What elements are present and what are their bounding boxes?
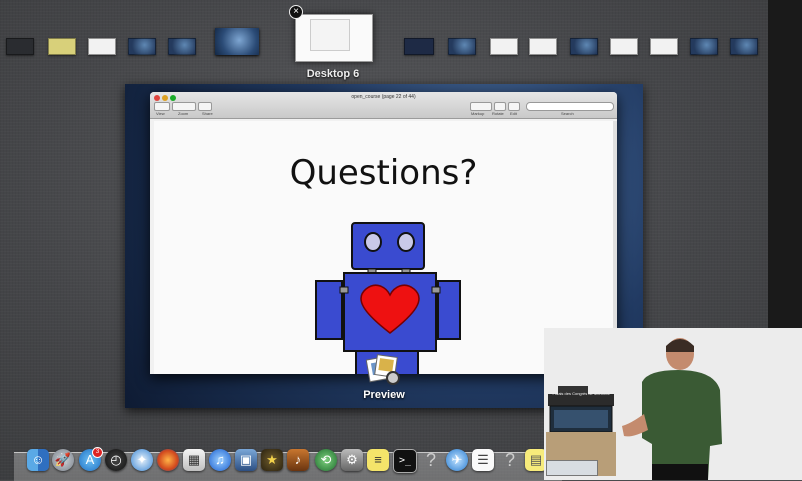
screen-edge bbox=[768, 0, 802, 330]
firefox-icon[interactable] bbox=[157, 449, 179, 471]
window-title: open_course (page 22 of 44) bbox=[351, 94, 416, 100]
spaces-bar: × Desktop 6 bbox=[0, 0, 770, 90]
desktop-thumbnail[interactable] bbox=[88, 38, 116, 55]
launchpad-icon[interactable]: 🚀 bbox=[52, 449, 74, 471]
desktop-thumbnail[interactable] bbox=[404, 38, 434, 55]
rotate-label: Rotate bbox=[492, 111, 504, 116]
share-button[interactable] bbox=[198, 102, 212, 111]
desktop-thumbnail[interactable] bbox=[128, 38, 156, 55]
system-preferences-icon[interactable]: ⚙ bbox=[341, 449, 363, 471]
desktop-thumbnail[interactable] bbox=[650, 38, 678, 55]
desktop-thumbnail[interactable] bbox=[448, 38, 476, 55]
stickies-icon[interactable]: ≡ bbox=[367, 449, 389, 471]
desktop-thumbnail[interactable] bbox=[490, 38, 518, 55]
share-label: Share bbox=[202, 111, 213, 116]
slide-title: Questions? bbox=[289, 153, 478, 193]
current-desktop-label: Desktop 6 bbox=[306, 68, 360, 80]
imovie-icon[interactable]: ★ bbox=[261, 449, 283, 471]
unknown-app-icon[interactable]: ? bbox=[499, 449, 521, 471]
finder-icon[interactable]: ☺ bbox=[27, 449, 49, 471]
edit-label: Edit bbox=[510, 111, 517, 116]
desktop-thumbnail[interactable] bbox=[48, 38, 76, 55]
zoom-buttons[interactable] bbox=[172, 102, 196, 111]
podium-sign: Palais des Congrès de Montréal bbox=[552, 391, 610, 396]
zoom-label: Zoom bbox=[178, 111, 189, 116]
preview-icon[interactable]: ▦ bbox=[183, 449, 205, 471]
desktop-thumbnail[interactable] bbox=[690, 38, 718, 55]
laptop bbox=[546, 460, 598, 476]
preview-app-icon[interactable] bbox=[366, 354, 402, 388]
desktop-thumbnail[interactable] bbox=[570, 38, 598, 55]
current-desktop-thumbnail[interactable] bbox=[295, 14, 373, 62]
desktop-thumbnail[interactable] bbox=[6, 38, 34, 55]
textedit-icon[interactable]: ☰ bbox=[472, 449, 494, 471]
speaker bbox=[622, 338, 722, 480]
edit-button[interactable] bbox=[508, 102, 520, 111]
markup-label: Markup bbox=[471, 111, 485, 116]
speaker-video-overlay: Palais des Congrès de Montréal bbox=[544, 328, 802, 480]
safari-icon[interactable]: ✦ bbox=[131, 449, 153, 471]
view-label: View bbox=[156, 111, 165, 116]
markup-button[interactable] bbox=[470, 102, 492, 111]
iphoto-icon[interactable]: ▣ bbox=[235, 449, 257, 471]
robot-heart-illustration bbox=[315, 222, 461, 374]
close-icon: × bbox=[293, 6, 299, 17]
desktop-thumbnail[interactable] bbox=[610, 38, 638, 55]
dashboard-thumbnail[interactable] bbox=[215, 28, 259, 55]
network-icon[interactable]: ✈ bbox=[446, 449, 468, 471]
desktop-thumbnail[interactable] bbox=[168, 38, 196, 55]
itunes-icon[interactable]: ♫ bbox=[209, 449, 231, 471]
search-label: Search bbox=[561, 111, 574, 116]
window-thumbnail bbox=[310, 19, 350, 51]
close-desktop-button[interactable]: × bbox=[289, 5, 303, 19]
garageband-icon[interactable]: ♪ bbox=[287, 449, 309, 471]
window-toolbar: open_course (page 22 of 44) View Zoom Sh… bbox=[150, 92, 617, 119]
desktop-thumbnail[interactable] bbox=[730, 38, 758, 55]
view-button[interactable] bbox=[154, 102, 170, 111]
dashboard-icon[interactable]: ◴ bbox=[105, 449, 127, 471]
unknown-app-icon[interactable]: ? bbox=[420, 449, 442, 471]
time-machine-icon[interactable]: ⟲ bbox=[315, 449, 337, 471]
search-input[interactable] bbox=[526, 102, 614, 111]
notification-badge: 3 bbox=[92, 447, 103, 458]
desktop-thumbnail[interactable] bbox=[529, 38, 557, 55]
terminal-icon[interactable]: >_ bbox=[393, 449, 417, 473]
rotate-button[interactable] bbox=[494, 102, 506, 111]
app-window-label: Preview bbox=[363, 389, 405, 401]
